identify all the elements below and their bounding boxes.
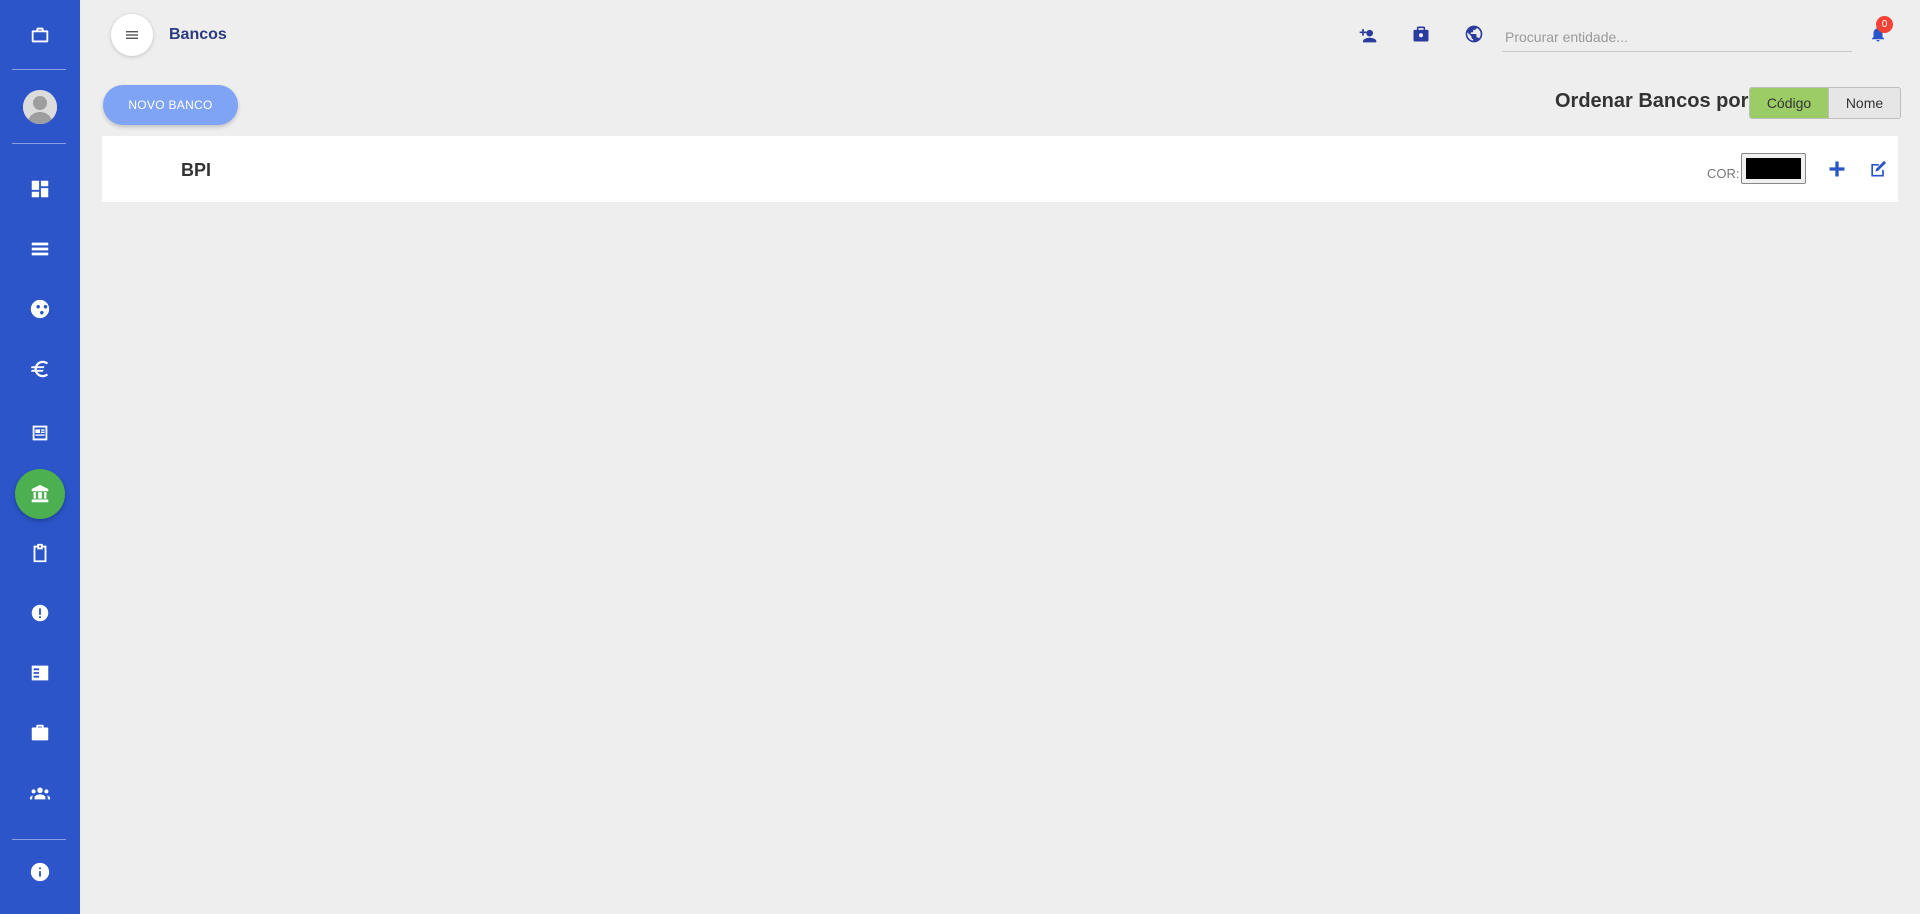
order-option-nome[interactable]: Nome (1829, 88, 1900, 118)
people-icon[interactable] (0, 773, 80, 813)
info-icon[interactable] (0, 852, 80, 892)
bank-icon[interactable] (15, 469, 65, 519)
briefcase-logo-icon[interactable] (0, 15, 80, 55)
bag-icon[interactable] (1409, 22, 1433, 46)
page-title: Bancos (169, 26, 227, 43)
edit-icon[interactable] (1867, 158, 1889, 180)
bank-card: BPI COR: (102, 136, 1898, 202)
alert-icon[interactable] (0, 593, 80, 633)
dashboard-icon[interactable] (0, 169, 80, 209)
color-label: COR: (1707, 166, 1740, 181)
plus-icon[interactable] (1826, 158, 1848, 180)
news-icon[interactable] (0, 413, 80, 453)
sidebar-divider (12, 143, 66, 144)
menu-icon (126, 31, 138, 39)
globe-icon[interactable] (1462, 22, 1486, 46)
color-swatch (1746, 158, 1801, 179)
menu-toggle-button[interactable] (111, 14, 153, 56)
briefcase-icon[interactable] (0, 713, 80, 753)
sidebar-divider (12, 839, 66, 840)
avatar[interactable] (23, 90, 57, 124)
list-icon[interactable] (0, 229, 80, 269)
order-label: Ordenar Bancos por: (1555, 90, 1756, 112)
clipboard-icon[interactable] (0, 533, 80, 573)
euro-icon[interactable] (0, 349, 80, 389)
notification-badge: 0 (1876, 16, 1893, 33)
sidebar (0, 0, 80, 914)
bank-name: BPI (181, 160, 212, 180)
checklist-icon[interactable] (0, 653, 80, 693)
add-person-icon[interactable] (1356, 22, 1380, 46)
order-option-codigo[interactable]: Código (1750, 88, 1829, 118)
color-picker[interactable] (1741, 153, 1806, 184)
group-icon[interactable] (0, 289, 80, 329)
new-bank-button[interactable]: NOVO BANCO (103, 85, 238, 125)
order-toggle: Código Nome (1749, 87, 1901, 119)
search-input[interactable] (1502, 22, 1852, 52)
sidebar-divider (12, 69, 66, 70)
